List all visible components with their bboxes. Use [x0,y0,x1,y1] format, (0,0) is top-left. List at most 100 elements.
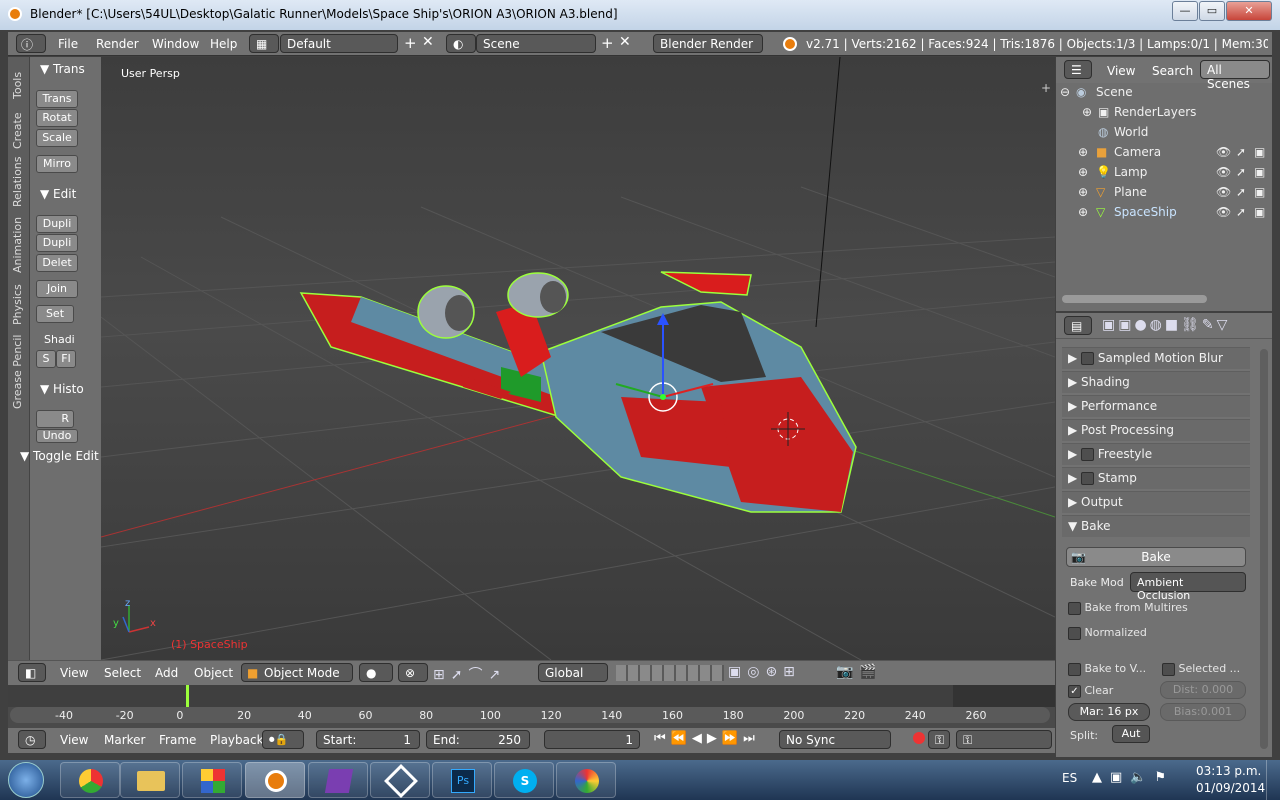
bake-button[interactable]: 📷 Bake [1066,547,1246,567]
properties-editor-icon[interactable]: ▤ [1064,316,1092,335]
3d-viewport[interactable]: User Persp (1) SpaceShip x y z + [101,57,1055,660]
bias-field[interactable]: Bias:0.001 [1160,703,1246,721]
outliner-display-mode[interactable]: All Scenes [1200,60,1270,91]
tray-icons[interactable]: ▲▣🔈⚑ [1092,770,1174,785]
render-icons[interactable]: 📷🎬 [836,664,883,680]
photoshop-icon[interactable]: Ps [432,762,492,798]
select-arrow-icon[interactable]: ➚ [1236,145,1246,159]
undo-button[interactable]: Undo [36,429,78,443]
minimize-button[interactable]: — [1172,1,1198,21]
timeline-scrollbar[interactable] [10,707,1050,723]
rotate-button[interactable]: Rotat [36,109,78,127]
bake-mode-select[interactable]: Ambient Occlusion [1130,572,1246,602]
eye-icon[interactable]: 👁 [1216,185,1231,199]
timeline-menu-view[interactable]: View [60,733,88,747]
outliner-menu-view[interactable]: View [1107,64,1135,78]
shade-flat-button[interactable]: Fl [56,350,76,368]
current-frame-marker[interactable] [186,685,189,707]
render-camera-icon[interactable]: ▣ [1254,185,1265,199]
properties-region-toggle-icon[interactable]: + [1041,81,1051,95]
menu-file[interactable]: File [58,37,78,51]
3d-menu-view[interactable]: View [60,666,88,680]
timeline-menu-playback[interactable]: Playback [210,733,264,747]
scale-button[interactable]: Scale [36,129,78,147]
select-arrow-icon[interactable]: ➚ [1236,205,1246,219]
start-frame-field[interactable]: Start: 1 [316,730,420,749]
scene-field[interactable]: Scene [476,34,596,53]
properties-scrollbar[interactable] [1260,349,1268,749]
selected-to-active-checkbox[interactable] [1162,662,1175,676]
end-frame-field[interactable]: End: 250 [426,730,530,749]
panel-post-processing[interactable]: ▶ Post Processing [1062,419,1250,441]
split-select[interactable]: Aut [1112,725,1150,743]
manipulator-icons[interactable]: ⊞➚⌒↗ [433,664,506,684]
maximize-button[interactable]: ▭ [1199,1,1225,21]
tab-tools[interactable]: Tools [8,72,30,112]
clock-time[interactable]: 03:13 p.m. [1196,764,1261,778]
timeline-menu-frame[interactable]: Frame [159,733,196,747]
3d-menu-select[interactable]: Select [104,666,141,680]
mirror-button[interactable]: Mirro [36,155,78,173]
panel-shading[interactable]: ▶ Shading [1062,371,1250,393]
outliner-item-renderlayers[interactable]: ⊕ ▣ RenderLayers [1056,105,1272,125]
dist-field[interactable]: Dist: 0.000 [1160,681,1246,699]
render-camera-icon[interactable]: ▣ [1254,165,1265,179]
sync-mode-select[interactable]: No Sync [779,730,891,749]
clock-date[interactable]: 01/09/2014 [1196,781,1265,795]
transform-panel-header[interactable]: ▼ Trans [40,62,85,76]
motion-blur-checkbox[interactable] [1081,352,1095,365]
margin-field[interactable]: Mar: 16 px [1068,703,1150,721]
outliner-item-lamp[interactable]: ⊕ 💡 Lamp 👁 ➚ ▣ [1056,165,1272,185]
snapping-icons[interactable]: ▣◎⊛⊞ [728,664,801,680]
panel-stamp[interactable]: ▶ Stamp [1062,467,1250,489]
render-engine-select[interactable]: Blender Render [653,34,763,53]
timeline-menu-marker[interactable]: Marker [104,733,145,747]
visual-studio-icon[interactable] [308,762,368,798]
chrome-icon[interactable] [60,762,120,798]
bake-to-vertex-checkbox[interactable] [1068,662,1081,676]
eye-icon[interactable]: 👁 [1216,145,1231,159]
layer-buttons[interactable] [616,665,724,681]
outliner-menu-search[interactable]: Search [1152,64,1193,78]
unity-icon[interactable] [370,762,430,798]
eye-icon[interactable]: 👁 [1216,165,1231,179]
clear-row[interactable]: ✓ Clear [1068,684,1113,698]
panel-freestyle[interactable]: ▶ Freestyle [1062,443,1250,465]
keying-lock-icons[interactable]: ⏺🔒 [262,730,304,749]
edit-panel-header[interactable]: ▼ Edit [40,187,76,201]
timeline-editor-icon[interactable]: ◷ [18,730,46,749]
selected-to-active-row[interactable]: Selected ... [1162,662,1240,676]
select-arrow-icon[interactable]: ➚ [1236,165,1246,179]
outliner-item-camera[interactable]: ⊕ ■ Camera 👁 ➚ ▣ [1056,145,1272,165]
render-camera-icon[interactable]: ▣ [1254,205,1265,219]
menu-render[interactable]: Render [96,37,139,51]
blender-taskbar-icon[interactable] [245,762,305,798]
toggle-edit-header[interactable]: ▼ Toggle Edit [20,449,99,463]
bake-from-multires-checkbox[interactable] [1068,601,1081,615]
transform-orientation-select[interactable]: Global [538,663,608,682]
translate-button[interactable]: Trans [36,90,78,108]
menu-help[interactable]: Help [210,37,237,51]
panel-bake[interactable]: ▼ Bake [1062,515,1250,537]
3d-menu-add[interactable]: Add [155,666,178,680]
remove-scene-icon[interactable]: ✕ [619,34,631,50]
scene-icon[interactable]: ◐ [446,34,476,53]
timeline[interactable]: -40 -20 0 20 40 60 80 100 120 140 160 180 200 220 240 2… [8,685,1055,728]
remove-layout-icon[interactable]: ✕ [422,34,434,50]
join-button[interactable]: Join [36,280,78,298]
outliner-editor-icon[interactable]: ☰ [1064,60,1092,79]
outliner-item-scene[interactable]: ⊖ ◉ Scene [1056,85,1272,105]
outliner-item-world[interactable]: ◍ World [1056,125,1272,145]
normalized-row[interactable]: Normalized [1068,626,1147,640]
normalized-checkbox[interactable] [1068,626,1081,640]
eye-icon[interactable]: 👁 [1216,205,1231,219]
panel-sampled-motion-blur[interactable]: ▶ Sampled Motion Blur [1062,347,1250,369]
shade-smooth-button[interactable]: S [36,350,56,368]
panel-output[interactable]: ▶ Output [1062,491,1250,513]
start-button[interactable] [8,762,44,798]
bake-from-multires-row[interactable]: Bake from Multires [1068,601,1188,615]
add-scene-icon[interactable]: + [601,34,614,52]
paint-icon[interactable] [556,762,616,798]
windows-store-icon[interactable] [182,762,242,798]
current-frame-field[interactable]: 1 [544,730,640,749]
